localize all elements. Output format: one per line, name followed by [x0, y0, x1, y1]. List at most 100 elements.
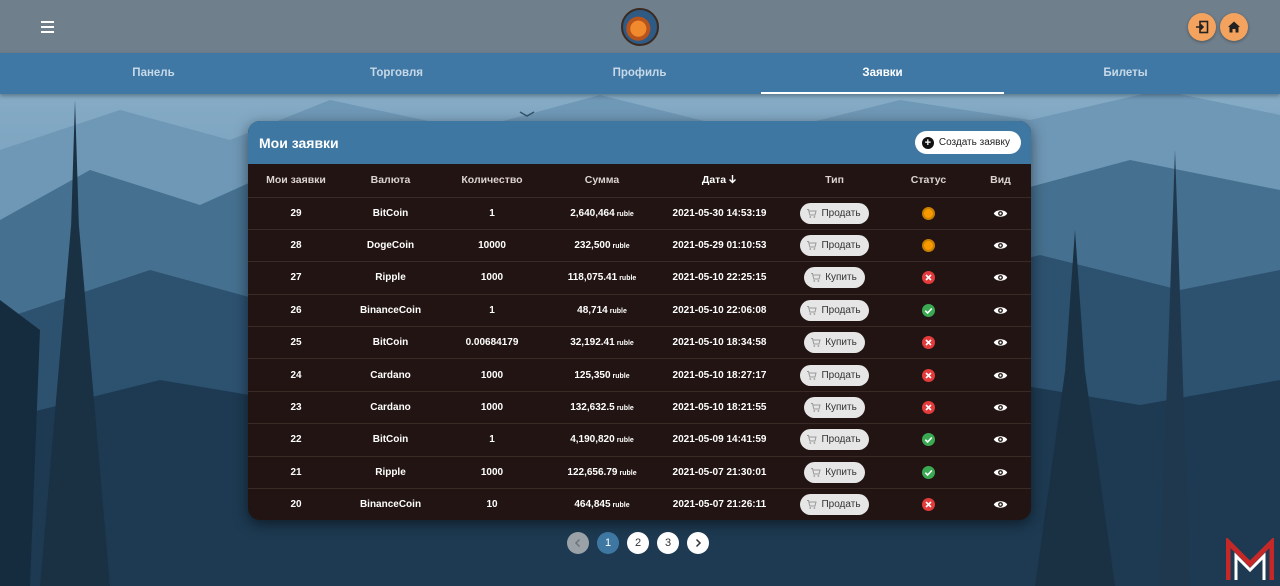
- order-status: [887, 294, 970, 328]
- create-order-label: Создать заявку: [938, 137, 1010, 148]
- status-done-icon: [922, 303, 935, 317]
- top-bar: [0, 0, 1280, 53]
- eye-icon[interactable]: [993, 305, 1008, 316]
- column-header-sum[interactable]: Сумма: [547, 164, 657, 198]
- chevron-right-icon[interactable]: [687, 532, 709, 554]
- eye-icon[interactable]: [993, 467, 1008, 478]
- order-sum-value: 122,656.79: [567, 466, 618, 478]
- order-sum-unit: ruble: [616, 405, 634, 413]
- column-header-view[interactable]: Вид: [970, 164, 1031, 198]
- order-type-chip[interactable]: Купить: [804, 267, 865, 289]
- page-1-button[interactable]: 1: [597, 532, 619, 554]
- order-type: Продать: [782, 197, 887, 230]
- order-type-label: Продать: [821, 369, 861, 381]
- order-quantity: 1000: [437, 391, 547, 425]
- order-view: [970, 294, 1031, 328]
- order-quantity: 0.00684179: [437, 326, 547, 360]
- order-date: 2021-05-07 21:26:11: [672, 499, 767, 511]
- cart-icon: [811, 467, 821, 477]
- eye-icon[interactable]: [993, 337, 1008, 348]
- order-sum: 232,500 ruble: [547, 229, 657, 263]
- order-status: [887, 326, 970, 360]
- order-id: 23: [248, 391, 344, 425]
- order-view: [970, 391, 1031, 425]
- order-type-chip[interactable]: Продать: [800, 202, 869, 224]
- eye-icon[interactable]: [993, 402, 1008, 413]
- tab-orders[interactable]: Заявки: [761, 53, 1004, 94]
- order-type-chip[interactable]: Купить: [804, 332, 865, 354]
- column-header-currency[interactable]: Валюта: [344, 164, 437, 198]
- page-2-button[interactable]: 2: [627, 532, 649, 554]
- order-type: Продать: [782, 489, 887, 520]
- tab-tickets[interactable]: Билеты: [1004, 53, 1247, 94]
- order-type-chip[interactable]: Купить: [804, 461, 865, 483]
- page-3-button[interactable]: 3: [657, 532, 679, 554]
- tab-trading[interactable]: Торговля: [275, 53, 518, 94]
- menu-icon[interactable]: [38, 17, 58, 37]
- order-sum-value: 32,192.41: [570, 337, 615, 349]
- tab-profile[interactable]: Профиль: [518, 53, 761, 94]
- column-header-date[interactable]: Дата: [657, 164, 782, 198]
- column-header-status[interactable]: Статус: [887, 164, 970, 198]
- order-sum-unit: ruble: [616, 340, 634, 348]
- home-icon[interactable]: [1220, 13, 1248, 41]
- status-cancelled-icon: [922, 401, 935, 415]
- eye-icon[interactable]: [993, 370, 1008, 381]
- order-sum-value: 48,714: [577, 304, 608, 316]
- eye-icon[interactable]: [993, 272, 1008, 283]
- order-type-chip[interactable]: Продать: [800, 235, 869, 257]
- status-done-icon: [922, 465, 935, 479]
- status-cancelled-icon: [922, 498, 935, 512]
- eye-icon[interactable]: [993, 499, 1008, 510]
- login-icon[interactable]: [1188, 13, 1216, 41]
- order-type-chip[interactable]: Продать: [800, 429, 869, 451]
- eye-icon[interactable]: [993, 208, 1008, 219]
- app-logo[interactable]: [621, 8, 659, 46]
- order-type: Продать: [782, 358, 887, 392]
- order-sum: 118,075.41 ruble: [547, 261, 657, 295]
- order-id: 27: [248, 261, 344, 295]
- orders-table: Мои заявки Валюта Количество Сумма Дата …: [248, 164, 1031, 520]
- order-sum-value: 464,845: [574, 499, 611, 511]
- order-type-label: Продать: [821, 499, 861, 511]
- order-sum-unit: ruble: [616, 437, 634, 445]
- column-header-type[interactable]: Тип: [782, 164, 887, 198]
- order-currency: Cardano: [344, 391, 437, 425]
- order-type: Купить: [782, 261, 887, 295]
- cart-icon: [811, 338, 821, 348]
- table-row: 20 BinanceCoin 10 464,845 ruble 2021-05-07 21…: [248, 489, 1031, 520]
- eye-icon[interactable]: [993, 240, 1008, 251]
- order-sum-unit: ruble: [612, 502, 630, 510]
- create-order-button[interactable]: + Создать заявку: [914, 131, 1021, 154]
- status-cancelled-icon: [922, 271, 935, 285]
- order-type-chip[interactable]: Купить: [804, 397, 865, 419]
- order-view: [970, 197, 1031, 230]
- order-type-chip[interactable]: Продать: [800, 494, 869, 516]
- order-status: [887, 358, 970, 392]
- order-currency: DogeCoin: [344, 229, 437, 263]
- order-currency: BinanceCoin: [344, 294, 437, 328]
- order-view: [970, 229, 1031, 263]
- eye-icon[interactable]: [993, 434, 1008, 445]
- table-row: 26 BinanceCoin 1 48,714 ruble 2021-05-10 22:0…: [248, 294, 1031, 328]
- order-type-label: Продать: [821, 240, 861, 252]
- order-type-chip[interactable]: Продать: [800, 364, 869, 386]
- order-quantity: 1: [437, 197, 547, 230]
- order-sum-value: 4,190,820: [570, 434, 615, 446]
- tab-panel[interactable]: Панель: [32, 53, 275, 94]
- chevron-left-icon[interactable]: [567, 532, 589, 554]
- table-row: 27 Ripple 1000 118,075.41 ruble 2021-05-10 22…: [248, 261, 1031, 295]
- order-view: [970, 358, 1031, 392]
- order-date: 2021-05-09 14:41:59: [657, 423, 782, 457]
- order-id: 21: [248, 456, 344, 490]
- order-view: [970, 326, 1031, 360]
- order-type-chip[interactable]: Продать: [800, 299, 869, 321]
- order-sum-unit: ruble: [619, 469, 637, 477]
- order-type-label: Купить: [825, 337, 857, 349]
- column-header-id[interactable]: Мои заявки: [248, 164, 344, 198]
- order-type-label: Продать: [821, 434, 861, 446]
- order-sum: 4,190,820 ruble: [547, 423, 657, 457]
- order-view: [970, 489, 1031, 520]
- status-cancelled-icon: [922, 336, 935, 350]
- column-header-quantity[interactable]: Количество: [437, 164, 547, 198]
